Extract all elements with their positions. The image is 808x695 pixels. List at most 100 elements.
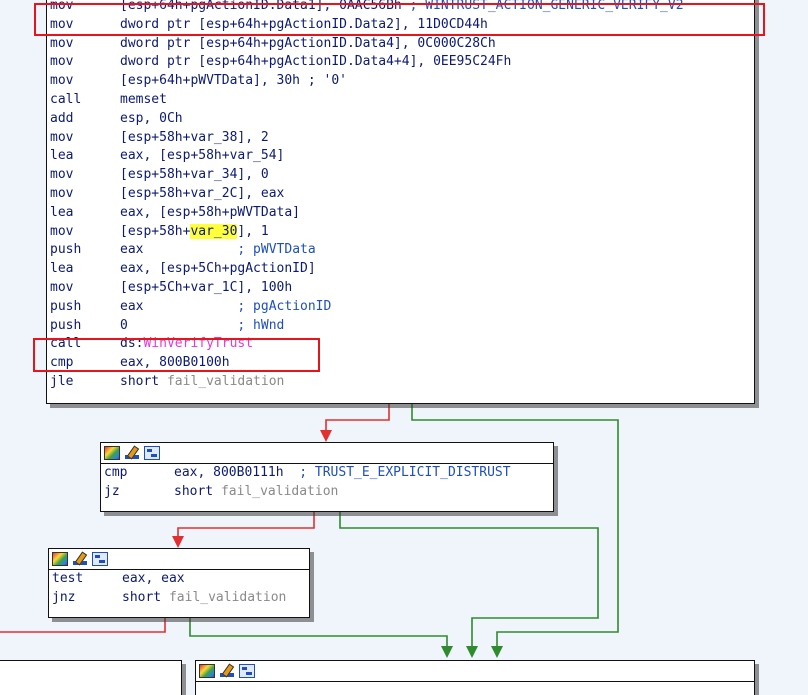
mnemonic: mov	[50, 167, 74, 183]
operand-text: dword ptr [esp+64h+pgActionID.Data4], 0C…	[120, 35, 496, 51]
mnemonic: push	[50, 298, 82, 314]
mnemonic: add	[50, 110, 74, 126]
operand-text: eax	[120, 298, 238, 314]
asm-line[interactable]: lea eax, [esp+58h+var_54]	[47, 147, 754, 166]
operands: [esp+5Ch+var_1C], 100h	[120, 279, 292, 298]
asm-line[interactable]: push 0 ; hWnd	[47, 317, 754, 336]
mnemonic: mov	[50, 279, 74, 295]
comment: ; TRUST_E_EXPLICIT_DISTRUST	[299, 465, 511, 480]
graph-icon[interactable]	[92, 552, 108, 566]
edge-false-b-to-c	[177, 511, 315, 540]
asm-line[interactable]: mov [esp+5Ch+var_1C], 100h	[47, 279, 754, 298]
mnemonic: lea	[50, 261, 74, 277]
asm-line[interactable]: call memset	[47, 91, 754, 110]
operands: eax ; pWVTData	[120, 241, 316, 260]
asm-line[interactable]: add esp, 0Ch	[47, 110, 754, 129]
asm-line[interactable]: mov [esp+58h+var_38], 2	[47, 129, 754, 148]
operands: [esp+58h+var_34], 0	[120, 166, 269, 185]
mnemonic: mov	[50, 35, 74, 51]
pencil-icon[interactable]	[72, 552, 88, 566]
operands: eax, [esp+58h+var_54]	[120, 147, 284, 166]
asm-line[interactable]: test eax, eax	[49, 570, 309, 589]
operands: short fail_validation	[174, 483, 338, 502]
operand-text: [esp+58h+var_34], 0	[120, 167, 269, 183]
pencil-icon[interactable]	[219, 664, 235, 678]
comment: ; hWnd	[237, 317, 285, 333]
operand-text: eax, eax	[122, 571, 185, 586]
operand-text: dword ptr [esp+64h+pgActionID.Data4+4], …	[120, 54, 512, 70]
comment: ; pWVTData	[237, 242, 316, 258]
pencil-icon[interactable]	[124, 446, 140, 460]
palette-icon[interactable]	[104, 446, 120, 460]
asm-line[interactable]: push eax ; pWVTData	[47, 241, 754, 260]
jump-target[interactable]: fail_validation	[221, 484, 338, 499]
operand-text: short	[122, 589, 169, 605]
operands: memset	[120, 91, 167, 110]
asm-line[interactable]: mov [esp+64h+pWVTData], 30h ; '0'	[47, 72, 754, 91]
jump-target[interactable]: fail_validation	[167, 374, 284, 389]
highlighted-operand[interactable]: var_30	[190, 223, 238, 239]
operands: eax, eax	[122, 570, 185, 589]
success-code-block[interactable]	[195, 660, 755, 695]
operand-text: esp, 0Ch	[120, 110, 183, 126]
operands: [esp+58h+var_38], 2	[120, 129, 269, 148]
operand-text: eax, [esp+5Ch+pgActionID]	[120, 261, 316, 277]
operands: esp, 0Ch	[120, 110, 183, 129]
asm-line[interactable]: mov [esp+58h+var_34], 0	[47, 166, 754, 185]
mnemonic: mov	[50, 73, 74, 89]
asm-line[interactable]: cmp eax, 800B0111h ; TRUST_E_EXPLICIT_DIS…	[101, 464, 553, 483]
asm-line[interactable]: jnz short fail_validation	[49, 589, 309, 608]
operands: 0 ; hWnd	[120, 317, 284, 336]
block-header	[196, 661, 754, 682]
mnemonic: mov	[50, 54, 74, 70]
graph-icon[interactable]	[239, 664, 255, 678]
operand-text: eax, [esp+58h+var_54]	[120, 148, 285, 164]
operand-text: short	[174, 483, 221, 499]
highlight-box-action-guid	[34, 3, 765, 36]
edge-true-main-to-bottom	[411, 404, 619, 648]
operand-text: memset	[120, 91, 167, 107]
jump-target[interactable]: fail_validation	[169, 590, 286, 605]
operand-text: [esp+58h+	[120, 223, 191, 239]
asm-line[interactable]: mov [esp+58h+var_2C], eax	[47, 185, 754, 204]
mnemonic: cmp	[104, 465, 128, 480]
result-test-block[interactable]: test eax, eax jnz short fail_validation	[48, 548, 310, 618]
block-header	[101, 443, 553, 464]
asm-line[interactable]: lea eax, [esp+5Ch+pgActionID]	[47, 260, 754, 279]
operands: short fail_validation	[120, 373, 284, 392]
left-partial-block[interactable]	[0, 660, 182, 695]
graph-icon[interactable]	[144, 446, 160, 460]
asm-line[interactable]: jle short fail_validation	[47, 373, 754, 392]
mnemonic: jz	[104, 483, 120, 499]
operands: dword ptr [esp+64h+pgActionID.Data4], 0C…	[120, 35, 496, 54]
edge-arrowhead	[172, 536, 184, 548]
operands: [esp+64h+pWVTData], 30h ; '0'	[120, 72, 347, 91]
operand-text: eax, [esp+58h+pWVTData]	[120, 204, 301, 220]
block-header	[49, 549, 309, 570]
asm-line[interactable]: mov dword ptr [esp+64h+pgActionID.Data4],…	[47, 35, 754, 54]
operand-text: [esp+58h+var_38], 2	[120, 129, 269, 145]
operands: eax, [esp+58h+pWVTData]	[120, 204, 300, 223]
distrust-check-block[interactable]: cmp eax, 800B0111h ; TRUST_E_EXPLICIT_DIS…	[100, 442, 554, 512]
palette-icon[interactable]	[199, 664, 215, 678]
operands: dword ptr [esp+64h+pgActionID.Data4+4], …	[120, 53, 511, 72]
edge-arrowhead	[441, 646, 453, 658]
asm-line[interactable]: mov dword ptr [esp+64h+pgActionID.Data4+4…	[47, 53, 754, 72]
edge-true-b-to-bottom	[339, 511, 599, 648]
asm-line[interactable]: mov [esp+58h+var_30], 1	[47, 223, 754, 242]
mnemonic: lea	[50, 204, 74, 220]
operands: eax ; pgActionID	[120, 298, 331, 317]
ida-graph-view[interactable]: mov [esp+64h+pgActionID.Data1], 0AAC56Bh …	[0, 0, 808, 695]
mnemonic: mov	[50, 185, 74, 201]
asm-line[interactable]: lea eax, [esp+58h+pWVTData]	[47, 204, 754, 223]
operand-text: short	[120, 373, 167, 389]
comment: ; pgActionID	[237, 298, 332, 314]
asm-line[interactable]: jz short fail_validation	[101, 483, 553, 502]
asm-line[interactable]: push eax ; pgActionID	[47, 298, 754, 317]
highlight-box-winverifytrust-call	[33, 338, 320, 372]
mnemonic: mov	[50, 129, 74, 145]
operand-text: ], 1	[237, 223, 269, 239]
palette-icon[interactable]	[52, 552, 68, 566]
mnemonic: push	[50, 242, 82, 258]
operand-text: [esp+58h+var_2C], eax	[120, 185, 285, 201]
